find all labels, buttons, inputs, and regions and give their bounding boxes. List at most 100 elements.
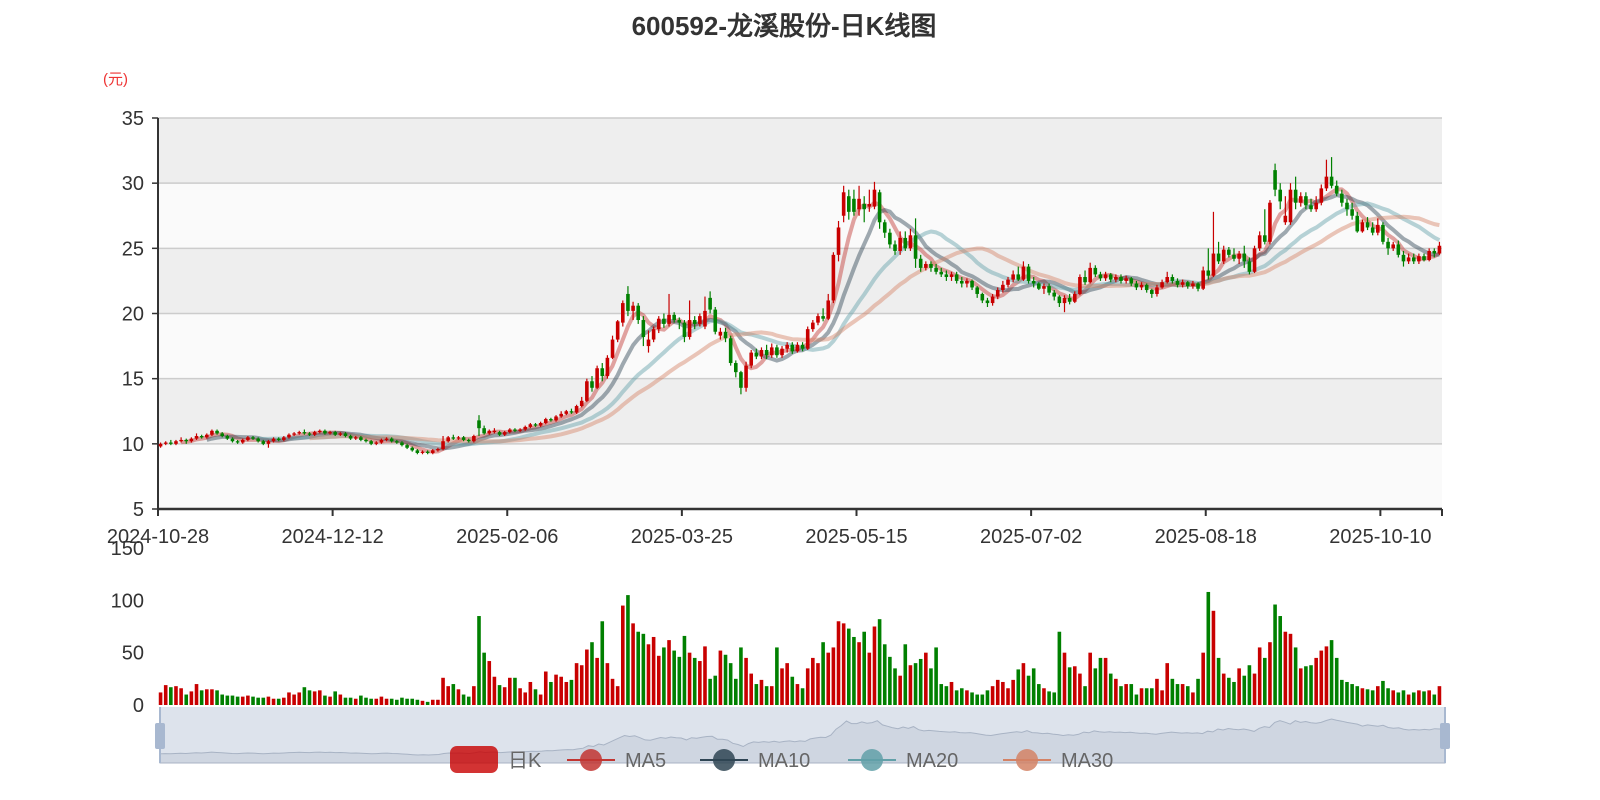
volume-bar [1288, 633, 1293, 705]
volume-bar [862, 631, 866, 705]
candle-body [990, 296, 995, 304]
candle-body [585, 381, 589, 401]
candle-body [508, 429, 512, 433]
volume-bar [1278, 616, 1283, 705]
volume-bar [343, 697, 348, 705]
candle-body [569, 411, 574, 413]
legend-dot-icon [861, 749, 883, 771]
volume-bar [282, 697, 286, 705]
volume-bar [1011, 679, 1015, 705]
candle-body [292, 433, 296, 435]
candle-body [1088, 267, 1092, 283]
candle-body [554, 416, 558, 421]
candle-body [1237, 253, 1241, 259]
datazoom-handle-grip [1440, 723, 1450, 749]
candle [1252, 245, 1257, 274]
candle-body [158, 443, 163, 447]
volume-bar [867, 652, 872, 705]
candle-body [636, 305, 641, 321]
volume-bar [713, 675, 718, 705]
volume-bar [1340, 679, 1344, 705]
candle-body [698, 316, 702, 324]
candle-body [1350, 209, 1354, 216]
candle-body [220, 433, 224, 437]
volume-bar [1304, 666, 1308, 705]
candle-body [728, 338, 733, 364]
candle-body [615, 321, 620, 340]
volume-bar [1283, 631, 1288, 705]
candle-body [1129, 278, 1134, 284]
candle-body [194, 436, 199, 439]
volume-bar [1268, 642, 1272, 705]
candle [574, 404, 579, 414]
candle-body [1242, 253, 1247, 262]
volume-bar [169, 687, 173, 705]
volume-bar [482, 652, 486, 705]
volume-bar [821, 642, 825, 705]
volume-bar [466, 696, 471, 705]
split-area [158, 183, 1442, 249]
candle-body [1427, 250, 1431, 261]
volume-bar [518, 688, 522, 705]
volume-bar [831, 647, 836, 705]
candle-body [189, 438, 194, 442]
volume-bar [338, 694, 343, 705]
volume-bar [1263, 657, 1267, 705]
candle-body [169, 442, 173, 444]
volume-bar [364, 697, 368, 705]
candle-body [513, 429, 517, 431]
volume-bar [1134, 694, 1139, 705]
candle-body [970, 280, 974, 288]
candle-body [1108, 274, 1113, 280]
volume-bar [929, 668, 933, 705]
legend-dot-icon [713, 749, 735, 771]
volume-bar [903, 644, 908, 705]
candle-body [1232, 254, 1236, 259]
volume-bar [400, 697, 404, 705]
candle-body [389, 438, 394, 442]
volume-bar [1108, 673, 1113, 705]
candle-body [425, 451, 430, 453]
candle-body [1021, 266, 1026, 280]
candle-body [1211, 253, 1216, 276]
candle-body [1083, 277, 1087, 283]
candle-body [913, 235, 918, 259]
volume-bar [913, 663, 918, 705]
candle-body [1221, 249, 1226, 262]
candle-body [1432, 250, 1437, 254]
candle-body [559, 413, 563, 417]
legend-item-0[interactable]: 日K [450, 746, 542, 773]
candle-body [811, 322, 815, 330]
volume-bar [215, 690, 219, 705]
volume-bar [353, 698, 358, 705]
volume-bar [790, 676, 795, 705]
volume-bar [1072, 666, 1077, 705]
candle-body [461, 437, 466, 440]
candle-body [826, 300, 831, 319]
candle-body [852, 198, 856, 212]
candle-body [482, 428, 486, 434]
volume-bar [1391, 690, 1396, 705]
candle-body [821, 316, 825, 319]
volume-bar [728, 663, 733, 705]
candle-body [1124, 278, 1128, 281]
volume-bar [1026, 675, 1031, 705]
candle-body [420, 451, 425, 453]
volume-bar [1309, 665, 1313, 705]
candle-body [831, 254, 836, 301]
candle-body [805, 329, 810, 349]
legend-label: MA10 [758, 750, 810, 772]
candle-body [492, 430, 497, 433]
candle-body [1160, 282, 1164, 288]
volume-bar [1021, 663, 1026, 705]
candle-body [1185, 282, 1190, 287]
volume-bar [1273, 604, 1277, 705]
volume-bar [744, 657, 748, 705]
candle-body [965, 280, 969, 284]
volume-bar [769, 686, 774, 705]
volume-bar [477, 616, 481, 705]
candle-body [333, 432, 337, 435]
volume-bar [574, 663, 579, 705]
candle-body [759, 349, 764, 357]
volume-bar [487, 661, 492, 705]
